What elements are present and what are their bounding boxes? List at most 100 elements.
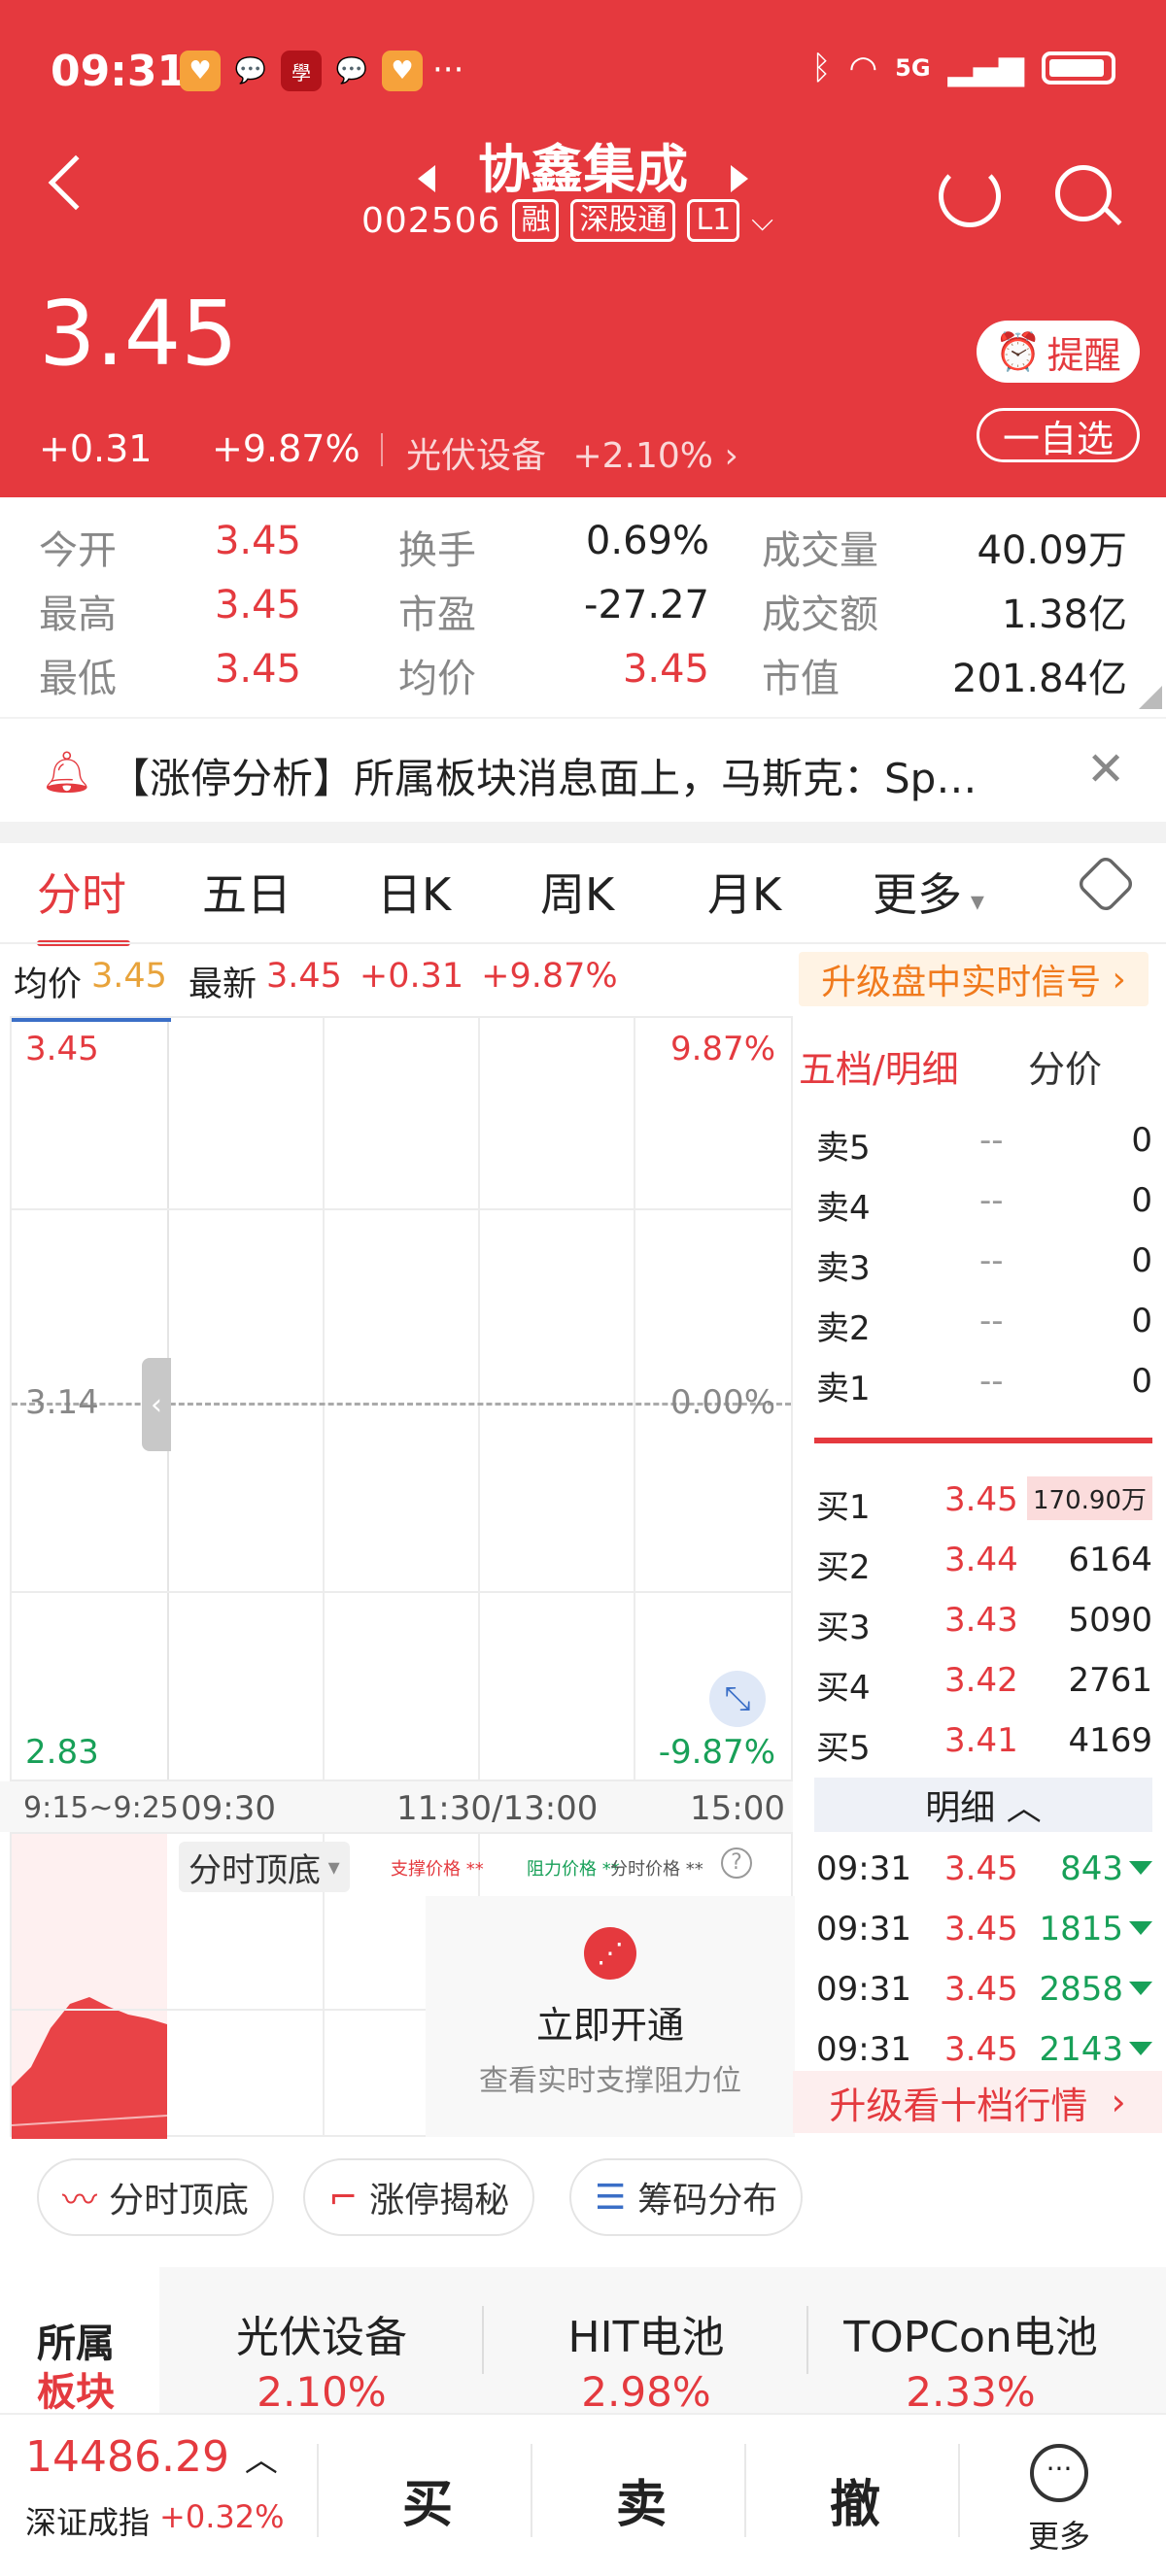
buy-vol: 170.90万 <box>1027 1476 1152 1520</box>
buy-row[interactable]: 买1 3.45 170.90万 <box>816 1473 1152 1527</box>
latest-pct: +9.87% <box>481 957 618 996</box>
detail-vol: 2143 <box>1039 2030 1123 2069</box>
x-tick-close: 15:00 <box>690 1789 785 1828</box>
detail-time: 09:31 <box>816 2030 911 2069</box>
avg-value: 3.45 <box>91 957 167 996</box>
watchlist-button[interactable]: 一自选 <box>977 408 1140 462</box>
pct-tick-high: 9.87% <box>669 1030 775 1068</box>
sell-price: -- <box>979 1241 1004 1280</box>
detail-row[interactable]: 09:31 3.45 843 <box>816 1842 1152 1896</box>
upgrade-ten-button[interactable]: 升级看十档行情 › <box>793 2071 1162 2133</box>
sell-row[interactable]: 卖4 -- 0 <box>816 1173 1152 1228</box>
feature-chip-distribution[interactable]: ☰ 筹码分布 <box>569 2158 804 2236</box>
detail-toggle[interactable]: 明细 ︿ <box>814 1778 1152 1832</box>
refresh-icon[interactable] <box>939 165 1001 227</box>
status-time: 09:31 <box>51 47 188 96</box>
collapse-panel-handle[interactable]: ‹ <box>142 1358 171 1451</box>
buy-price: 3.41 <box>944 1721 1018 1760</box>
cancel-order-button[interactable]: 撤 <box>758 2463 952 2536</box>
quote-label: 成交量 <box>762 528 878 573</box>
buy-row[interactable]: 买3 3.43 5090 <box>816 1593 1152 1647</box>
feature-label: 涨停揭秘 <box>369 2181 510 2220</box>
feature-intraday-peak[interactable]: 〰分时顶底 <box>37 2158 275 2236</box>
bluetooth-icon: ᛒ <box>811 49 832 87</box>
buy-row[interactable]: 买2 3.44 6164 <box>816 1533 1152 1587</box>
app-notification-icon: ♥ <box>382 51 423 91</box>
study-app-icon: 學 <box>281 51 322 91</box>
sector-link[interactable]: 光伏设备 +2.10% › <box>406 427 738 478</box>
sectors-label-bottom: 板块 <box>37 2370 115 2415</box>
remind-button[interactable]: ⏰ 提醒 <box>977 321 1140 383</box>
more-icon[interactable]: ··· <box>1030 2444 1088 2502</box>
tab-price-distribution[interactable]: 分价 <box>1028 1039 1102 1093</box>
index-info: 深证成指 +0.32% <box>25 2498 284 2543</box>
sell-label: 卖4 <box>816 1189 871 1228</box>
detail-time: 09:31 <box>816 1849 911 1888</box>
sell-row[interactable]: 卖1 -- 0 <box>816 1354 1152 1408</box>
tab-monthly-k[interactable]: 月K <box>707 860 781 924</box>
help-icon[interactable]: ? <box>721 1847 752 1879</box>
prev-stock-icon[interactable] <box>418 165 435 192</box>
sell-row[interactable]: 卖2 -- 0 <box>816 1294 1152 1348</box>
more-label[interactable]: 更多 <box>1028 2512 1090 2557</box>
sector-item[interactable]: TOPCon电池 2.33% <box>808 2267 1133 2416</box>
chevron-down-icon[interactable]: ⌵ <box>751 204 773 238</box>
next-stock-icon[interactable] <box>731 165 748 192</box>
quote-value: 0.69% <box>585 519 709 563</box>
tab-daily-k[interactable]: 日K <box>377 860 451 924</box>
quote-label: 今开 <box>39 528 117 573</box>
tab-order-detail[interactable]: 五档/明细 <box>799 1039 959 1093</box>
buy-row[interactable]: 买5 3.41 4169 <box>816 1713 1152 1768</box>
upgrade-signal-button[interactable]: 升级盘中实时信号 › <box>799 952 1149 1006</box>
sell-row[interactable]: 卖5 -- 0 <box>816 1113 1152 1168</box>
tab-weekly-k[interactable]: 周K <box>540 860 614 924</box>
upgrade-ten-label: 升级看十档行情 <box>829 2084 1088 2127</box>
buy-price: 3.43 <box>944 1601 1018 1640</box>
sell-vol: 0 <box>1131 1181 1152 1220</box>
buy-row[interactable]: 买4 3.42 2761 <box>816 1653 1152 1708</box>
index-ticker[interactable]: 14486.29 ︿ <box>25 2432 278 2482</box>
sector-item[interactable]: 光伏设备 2.10% <box>159 2267 484 2416</box>
news-banner[interactable]: 🔔︎ 【涨停分析】所属板块消息面上，马斯克：Sp… ✕ <box>0 721 1166 822</box>
open-subtitle: 查看实时支撑阻力位 <box>479 2064 741 2098</box>
x-tick-auction: 9:15~9:25 <box>23 1791 179 1825</box>
status-right: ᛒ ◠ 5G ▂▄▆ <box>811 49 1115 87</box>
indicator-selector[interactable]: 分时顶底 ▾ <box>179 1842 350 1892</box>
sectors-row: 所属 板块 光伏设备 2.10% HIT电池 2.98% TOPCon电池 2.33% <box>0 2267 1166 2416</box>
sell-button[interactable]: 卖 <box>544 2463 738 2536</box>
chevron-right-icon: › <box>1087 2081 1126 2123</box>
tab-more[interactable]: 更多 ▾ <box>873 860 984 924</box>
quote-label: 市盈 <box>398 593 476 637</box>
detail-row[interactable]: 09:31 3.45 2143 <box>816 2022 1152 2077</box>
detail-vol: 1815 <box>1039 1910 1123 1949</box>
expand-corner-icon[interactable] <box>1139 686 1162 709</box>
battery-icon <box>1042 51 1115 85</box>
search-icon[interactable] <box>1055 165 1122 226</box>
detail-vol: 2858 <box>1039 1970 1123 2009</box>
open-feature-card[interactable]: ⋰ 立即开通 查看实时支撑阻力位 <box>426 1896 795 2137</box>
fullscreen-icon[interactable]: ⤡ <box>709 1671 766 1727</box>
detail-row[interactable]: 09:31 3.45 1815 <box>816 1902 1152 1956</box>
tab-five-day[interactable]: 五日 <box>202 860 292 924</box>
latest-value: 3.45 <box>265 957 342 996</box>
sell-vol: 0 <box>1131 1121 1152 1160</box>
bell-icon: 🔔︎ <box>41 748 93 796</box>
quote-value: 3.45 <box>214 519 301 563</box>
buy-button[interactable]: 买 <box>330 2463 525 2536</box>
sectors-label: 所属 板块 <box>0 2267 159 2415</box>
detail-price: 3.45 <box>944 2030 1018 2069</box>
sector-item[interactable]: HIT电池 2.98% <box>484 2267 808 2416</box>
detail-row[interactable]: 09:31 3.45 2858 <box>816 1962 1152 2017</box>
legend-support: 支撑价格 ** <box>391 1859 484 1880</box>
sell-row[interactable]: 卖3 -- 0 <box>816 1234 1152 1288</box>
down-triangle-icon <box>1129 1861 1152 1875</box>
sell-label: 卖2 <box>816 1309 871 1348</box>
close-icon[interactable]: ✕ <box>1086 742 1125 797</box>
feature-limit-up[interactable]: ⌐ 涨停揭秘 <box>303 2158 535 2236</box>
feature-label: 筹码分布 <box>637 2181 778 2220</box>
sector-name: HIT电池 <box>567 2313 725 2362</box>
legend-resistance: 阻力价格 ** <box>527 1859 620 1880</box>
settings-icon[interactable] <box>1075 853 1137 915</box>
buy-vol: 5090 <box>1068 1601 1152 1640</box>
tab-intraday[interactable]: 分时 <box>37 860 126 924</box>
